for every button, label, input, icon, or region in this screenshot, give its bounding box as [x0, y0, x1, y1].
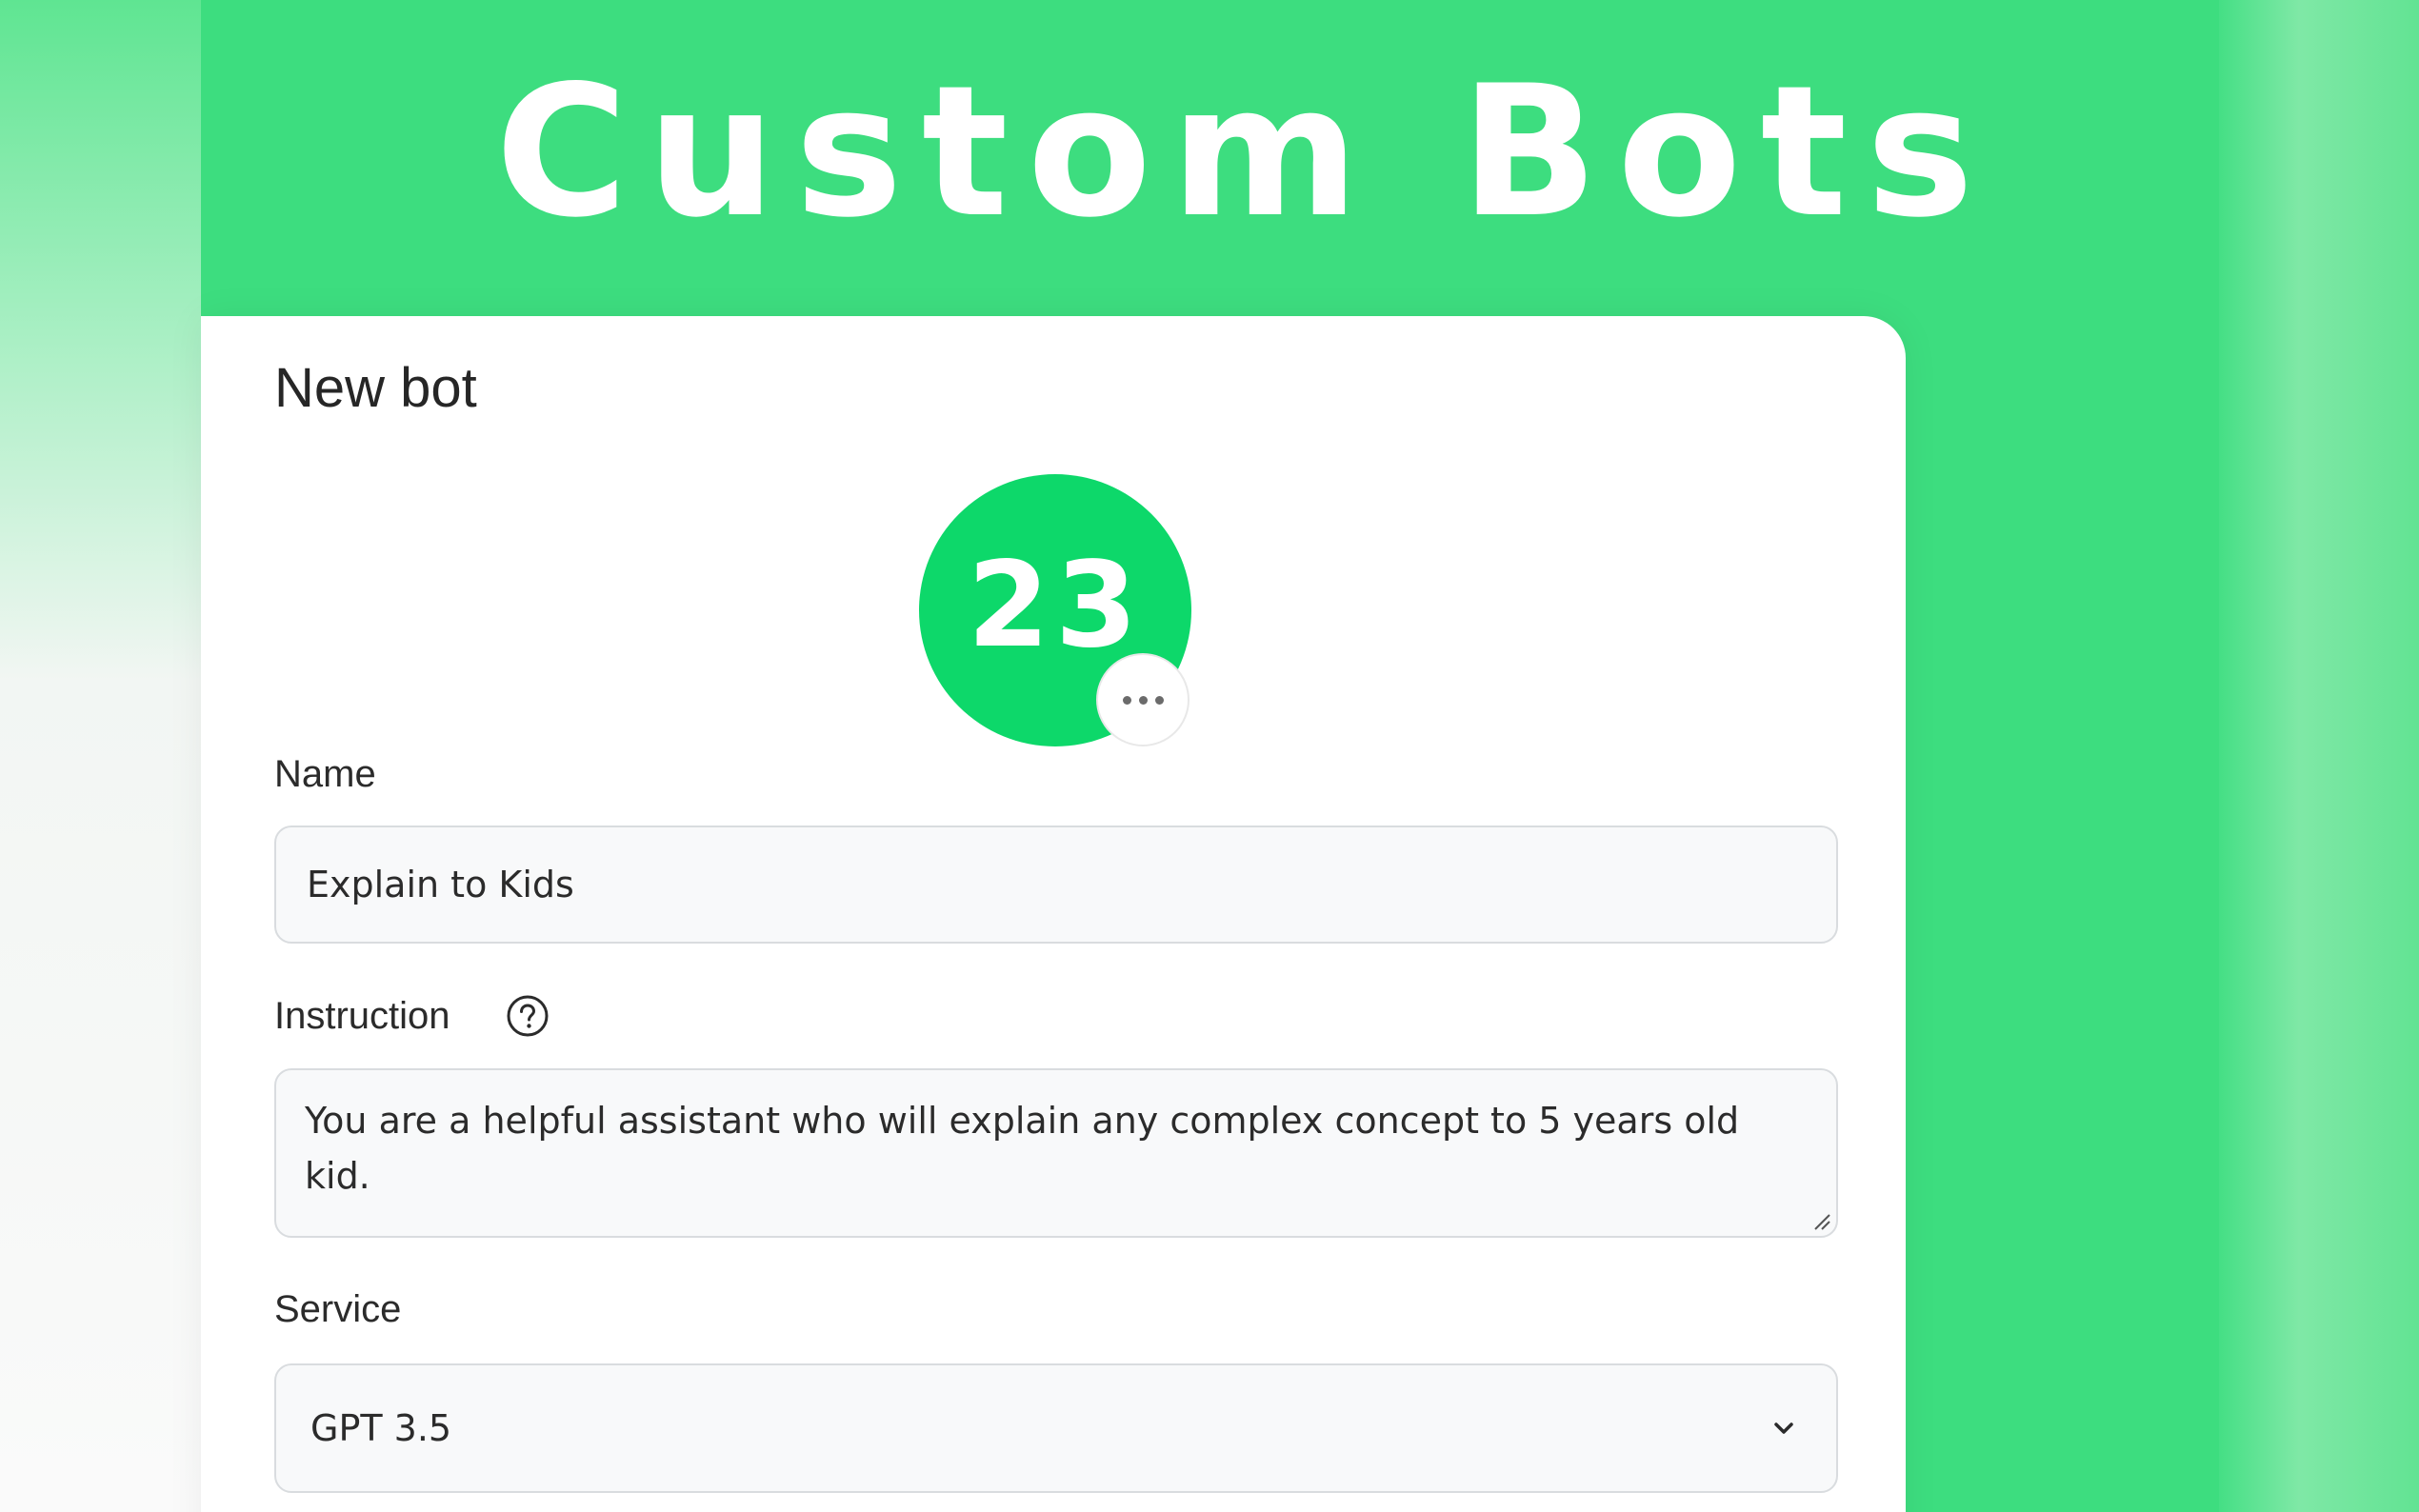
- instruction-label: Instruction: [274, 995, 450, 1037]
- hero-title: Custom Bots: [495, 47, 1993, 257]
- instruction-textarea-value: You are a helpful assistant who will exp…: [305, 1100, 1740, 1197]
- avatar-text: 23: [967, 537, 1144, 674]
- page-background: Custom Bots New bot 23 Name Explain to K…: [0, 0, 2419, 1512]
- right-backdrop: [2219, 0, 2419, 1512]
- question-circle-icon[interactable]: [506, 994, 550, 1038]
- name-input-value: Explain to Kids: [307, 864, 574, 905]
- service-select-value: GPT 3.5: [310, 1407, 452, 1449]
- name-input[interactable]: Explain to Kids: [274, 826, 1838, 944]
- service-select[interactable]: GPT 3.5: [274, 1363, 1838, 1493]
- service-label: Service: [274, 1288, 402, 1330]
- chevron-down-icon: [1774, 1422, 1793, 1434]
- new-bot-panel: New bot 23 Name Explain to Kids Instruct…: [201, 316, 1906, 1512]
- name-label: Name: [274, 753, 376, 795]
- panel-title: New bot: [274, 357, 477, 419]
- left-backdrop: [0, 0, 201, 1512]
- more-horizontal-icon: [1154, 695, 1164, 705]
- more-horizontal-icon: [1138, 695, 1148, 705]
- avatar-more-button[interactable]: [1096, 653, 1190, 746]
- instruction-textarea[interactable]: You are a helpful assistant who will exp…: [274, 1068, 1838, 1238]
- more-horizontal-icon: [1122, 695, 1131, 705]
- resize-handle-icon[interactable]: [1811, 1211, 1830, 1230]
